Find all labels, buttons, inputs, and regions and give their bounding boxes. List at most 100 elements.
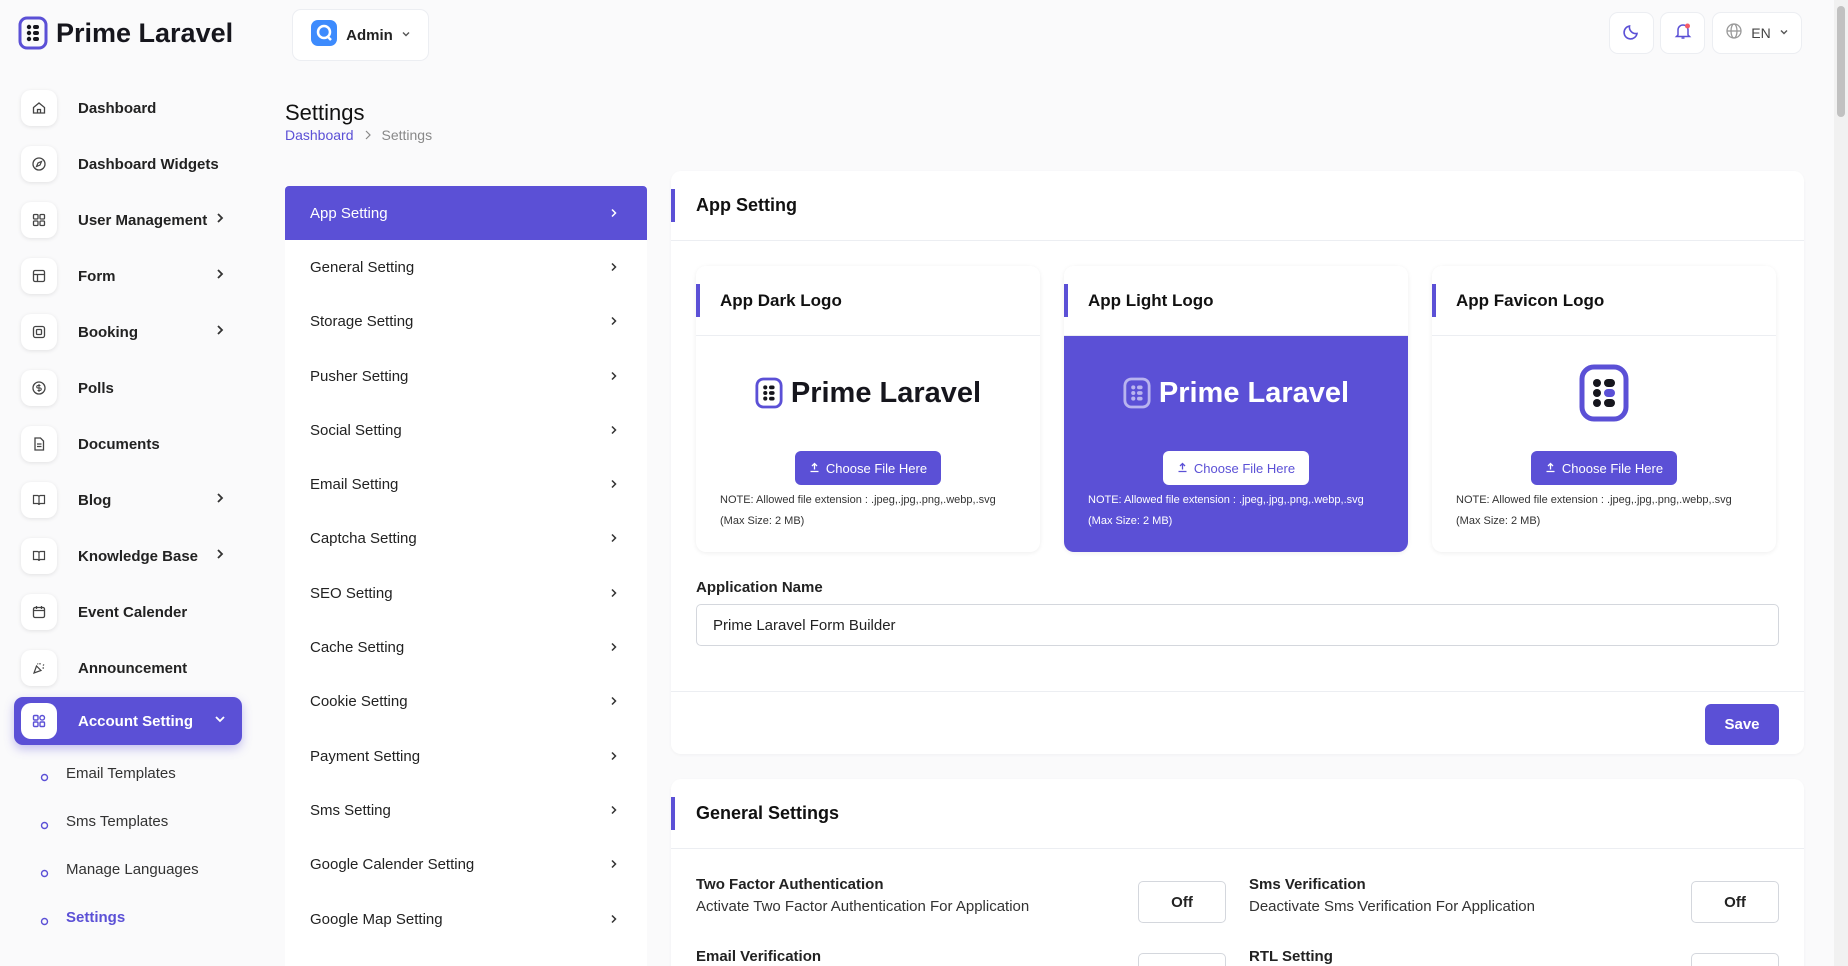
chevron-down-icon	[401, 26, 411, 44]
language-switcher[interactable]: EN	[1712, 12, 1802, 54]
compass-icon	[21, 146, 57, 182]
role-switcher[interactable]: Admin	[292, 9, 429, 61]
calendar-icon	[21, 594, 57, 630]
brand-logo[interactable]: Prime Laravel	[18, 16, 233, 50]
sidebar-item-user-management[interactable]: User Management	[14, 192, 242, 248]
sidebar-item-announcement[interactable]: Announcement	[14, 640, 242, 696]
menu-item-label: Cookie Setting	[310, 693, 408, 711]
language-label: EN	[1751, 25, 1771, 41]
sidebar-item-event-calender[interactable]: Event Calender	[14, 584, 242, 640]
settings-menu-item-sms[interactable]: Sms Setting	[285, 783, 647, 837]
chevron-right-icon	[364, 127, 372, 143]
chevron-right-icon	[214, 211, 226, 229]
menu-item-label: Pusher Setting	[310, 367, 409, 385]
sidebar-item-dashboard[interactable]: Dashboard	[14, 80, 242, 136]
chevron-down-icon	[1779, 24, 1789, 42]
chevron-right-icon	[609, 476, 619, 493]
page-scrollbar[interactable]	[1834, 0, 1848, 966]
chevron-right-icon	[214, 267, 226, 285]
menu-item-label: Email Setting	[310, 476, 399, 494]
logo-card-title: App Favicon Logo	[1432, 266, 1776, 336]
choose-dark-logo-button[interactable]: Choose File Here	[795, 451, 941, 485]
sidebar-item-booking[interactable]: Booking	[14, 304, 242, 360]
menu-item-label: Google Calender Setting	[310, 856, 475, 874]
chevron-right-icon	[609, 748, 619, 765]
settings-menu-item-storage[interactable]: Storage Setting	[285, 295, 647, 349]
sidebar: Dashboard Dashboard Widgets User Managem…	[14, 80, 242, 941]
settings-menu-item-general[interactable]: General Setting	[285, 240, 647, 294]
sms-verification-toggle[interactable]: Off	[1691, 881, 1779, 923]
sidebar-item-blog[interactable]: Blog	[14, 472, 242, 528]
settings-menu-item-captcha[interactable]: Captcha Setting	[285, 512, 647, 566]
settings-menu-item-google-map[interactable]: Google Map Setting	[285, 892, 647, 946]
settings-menu-item-seo[interactable]: SEO Setting	[285, 566, 647, 620]
sidebar-item-form[interactable]: Form	[14, 248, 242, 304]
menu-item-label: Google Map Setting	[310, 910, 443, 928]
sidebar-item-label: Announcement	[78, 659, 188, 677]
bell-icon	[1674, 22, 1692, 45]
button-label: Choose File Here	[825, 460, 928, 476]
menu-item-label: SEO Setting	[310, 584, 393, 602]
menu-item-label: Payment Setting	[310, 747, 421, 765]
sidebar-item-account-setting[interactable]: Account Setting	[14, 697, 242, 745]
breadcrumb-dashboard-link[interactable]: Dashboard	[285, 127, 354, 143]
sidebar-item-label: Dashboard Widgets	[78, 155, 219, 173]
setting-title: Sms Verification	[1249, 876, 1366, 893]
notifications-button[interactable]	[1660, 12, 1705, 54]
rtl-toggle[interactable]	[1691, 953, 1779, 966]
light-logo-card: App Light Logo Prime Laravel Choose File…	[1064, 266, 1408, 552]
sidebar-item-label: Blog	[78, 491, 112, 509]
choose-light-logo-button[interactable]: Choose File Here	[1163, 451, 1309, 485]
sidebar-item-label: Polls	[78, 379, 114, 397]
application-name-input[interactable]	[696, 604, 1779, 646]
menu-item-label: Storage Setting	[310, 313, 414, 331]
settings-menu: App Setting General Setting Storage Sett…	[285, 186, 647, 966]
sidebar-item-documents[interactable]: Documents	[14, 416, 242, 472]
sidebar-item-label: User Management	[78, 211, 208, 229]
moon-icon	[1622, 22, 1641, 45]
email-verification-toggle[interactable]	[1138, 953, 1226, 966]
choose-favicon-button[interactable]: Choose File Here	[1531, 451, 1677, 485]
chevron-right-icon	[609, 802, 619, 819]
logo-text: Prime Laravel	[790, 376, 982, 409]
sidebar-subitem-manage-languages[interactable]: Manage Languages	[14, 845, 242, 893]
globe-icon	[1725, 22, 1743, 45]
theme-toggle-button[interactable]	[1609, 12, 1654, 54]
settings-menu-item-payment[interactable]: Payment Setting	[285, 729, 647, 783]
settings-menu-item-social[interactable]: Social Setting	[285, 403, 647, 457]
bullet-icon	[40, 769, 49, 781]
two-factor-toggle[interactable]: Off	[1138, 881, 1226, 923]
logo-text: Prime Laravel	[1158, 376, 1350, 409]
square-icon	[21, 314, 57, 350]
settings-menu-item-email[interactable]: Email Setting	[285, 457, 647, 511]
breadcrumb-current: Settings	[381, 127, 433, 143]
sidebar-subitem-sms-templates[interactable]: Sms Templates	[14, 797, 242, 845]
setting-description: Activate Two Factor Authentication For A…	[696, 898, 1030, 915]
sidebar-subitem-email-templates[interactable]: Email Templates	[14, 749, 242, 797]
app-logo-icon	[1123, 376, 1151, 410]
settings-menu-item-pusher[interactable]: Pusher Setting	[285, 349, 647, 403]
chevron-right-icon	[609, 259, 619, 276]
admin-icon	[310, 19, 338, 52]
settings-menu-item-app[interactable]: App Setting	[285, 186, 647, 241]
sidebar-item-knowledge-base[interactable]: Knowledge Base	[14, 528, 242, 584]
sidebar-item-dashboard-widgets[interactable]: Dashboard Widgets	[14, 136, 242, 192]
save-button[interactable]: Save	[1705, 704, 1779, 745]
chevron-right-icon	[609, 422, 619, 439]
divider	[671, 691, 1804, 692]
setting-title: Email Verification	[696, 948, 822, 965]
sidebar-item-label: Knowledge Base	[78, 547, 199, 565]
upload-icon	[1177, 461, 1188, 476]
sidebar-subitem-settings[interactable]: Settings	[14, 893, 242, 941]
scrollbar-thumb[interactable]	[1837, 6, 1845, 117]
sidebar-item-polls[interactable]: Polls	[14, 360, 242, 416]
settings-menu-item-cookie[interactable]: Cookie Setting	[285, 675, 647, 729]
settings-menu-item-cache[interactable]: Cache Setting	[285, 620, 647, 674]
settings-menu-item-google-calender[interactable]: Google Calender Setting	[285, 838, 647, 892]
chevron-right-icon	[609, 911, 619, 928]
favicon-preview	[1432, 364, 1776, 422]
chevron-right-icon	[214, 547, 226, 565]
upload-icon	[809, 461, 820, 476]
confetti-icon	[21, 650, 57, 686]
chevron-right-icon	[609, 313, 619, 330]
